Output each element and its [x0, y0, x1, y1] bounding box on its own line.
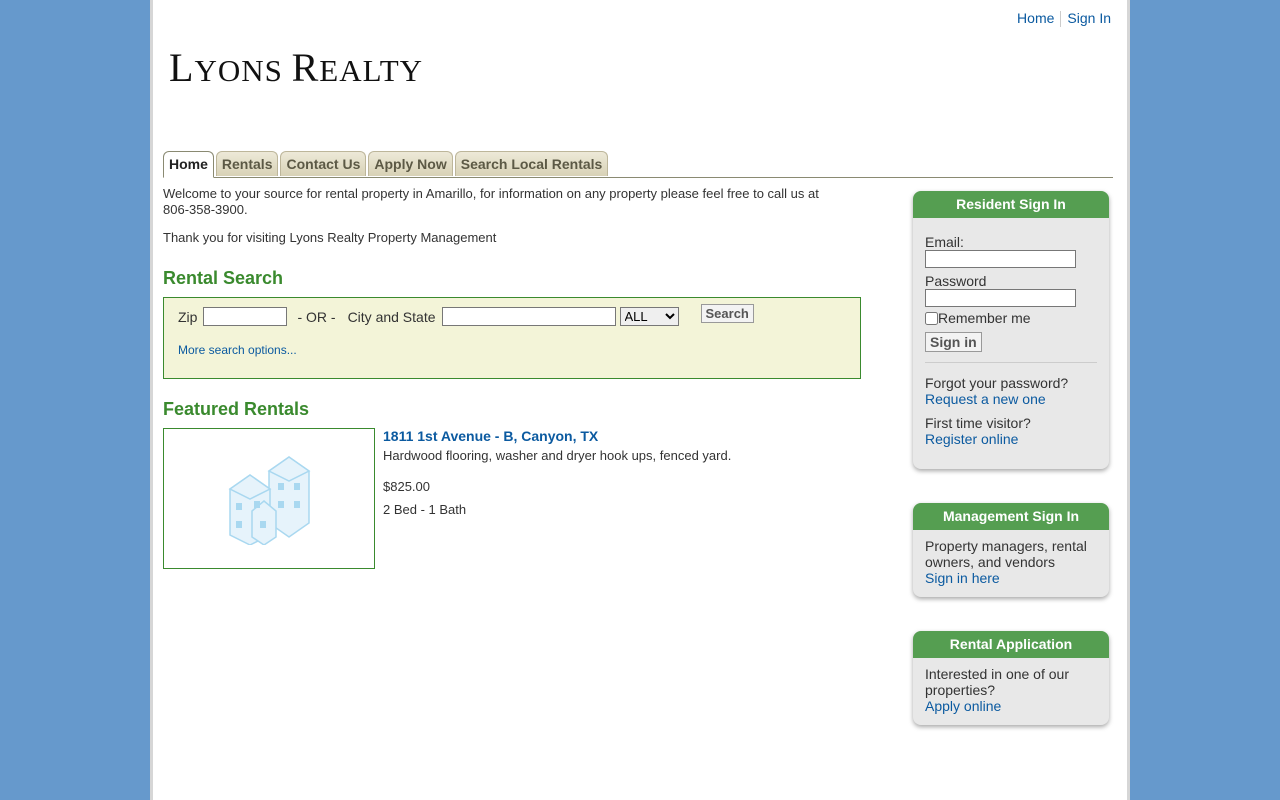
site-logo[interactable]: LYONS REALTY	[169, 44, 423, 91]
search-button[interactable]: Search	[700, 304, 754, 323]
city-state-label: City and State	[347, 308, 436, 325]
resident-signin-panel: Resident Sign In Email: Password Remembe…	[913, 191, 1109, 469]
password-field[interactable]	[925, 289, 1076, 307]
featured-rental-price: $825.00	[383, 479, 430, 494]
featured-rental-title-link[interactable]: 1811 1st Avenue - B, Canyon, TX	[383, 428, 598, 444]
city-state-input[interactable]	[441, 307, 616, 326]
tab-rentals[interactable]: Rentals	[215, 151, 279, 176]
first-time-visitor-text: First time visitor?	[925, 415, 1031, 431]
management-signin-panel: Management Sign In Property managers, re…	[913, 503, 1109, 597]
top-links: Home Sign In	[1017, 10, 1111, 28]
application-description: Interested in one of our properties?	[925, 666, 1069, 698]
featured-rental-description: Hardwood flooring, washer and dryer hook…	[383, 448, 732, 463]
house-placeholder-icon[interactable]	[163, 428, 375, 569]
featured-rental-item: 1811 1st Avenue - B, Canyon, TX Hardwood…	[163, 428, 863, 569]
zip-input[interactable]	[203, 307, 288, 326]
forgot-password-text: Forgot your password?	[925, 375, 1069, 391]
featured-rental-info: 1811 1st Avenue - B, Canyon, TX Hardwood…	[383, 428, 731, 569]
or-label: - OR -	[297, 308, 336, 325]
thanks-text: Thank you for visiting Lyons Realty Prop…	[163, 230, 497, 245]
resident-signin-title: Resident Sign In	[913, 191, 1109, 218]
remember-me-checkbox[interactable]	[925, 311, 938, 325]
sign-in-link[interactable]: Sign In	[1067, 10, 1111, 26]
register-online-link[interactable]: Register online	[925, 431, 1018, 447]
nav-tabs: Home Rentals Contact Us Apply Now Search…	[163, 151, 1113, 178]
link-separator	[1060, 11, 1062, 28]
tab-contact-us[interactable]: Contact Us	[280, 151, 367, 176]
email-label: Email:	[925, 234, 964, 250]
tab-apply-now[interactable]: Apply Now	[368, 151, 453, 176]
state-select[interactable]: ALL	[619, 307, 679, 326]
sign-in-button[interactable]: Sign in	[925, 332, 982, 352]
rental-search-heading: Rental Search	[163, 268, 284, 288]
main-content: Welcome to your source for rental proper…	[163, 186, 863, 569]
tab-home[interactable]: Home	[163, 151, 214, 178]
rental-application-panel: Rental Application Interested in one of …	[913, 631, 1109, 725]
management-signin-title: Management Sign In	[913, 503, 1109, 530]
email-field[interactable]	[925, 250, 1076, 268]
password-label: Password	[925, 273, 987, 289]
management-description: Property managers, rental owners, and ve…	[925, 538, 1087, 570]
zip-label: Zip	[178, 308, 198, 325]
divider	[925, 362, 1097, 363]
featured-rental-beds-baths: 2 Bed - 1 Bath	[383, 502, 467, 517]
tab-search-local-rentals[interactable]: Search Local Rentals	[454, 151, 609, 176]
more-search-options-link[interactable]: More search options...	[178, 343, 297, 357]
apply-online-link[interactable]: Apply online	[925, 698, 1001, 714]
page-container: Home Sign In LYONS REALTY Home Rentals Co…	[150, 0, 1130, 800]
rental-application-title: Rental Application	[913, 631, 1109, 658]
remember-me-label: Remember me	[938, 310, 1031, 326]
home-link[interactable]: Home	[1017, 10, 1054, 26]
request-new-password-link[interactable]: Request a new one	[925, 391, 1046, 407]
featured-rentals-heading: Featured Rentals	[163, 399, 310, 419]
rental-search-box: Zip - OR - City and State ALL Search Mor…	[163, 297, 861, 379]
management-signin-link[interactable]: Sign in here	[925, 570, 1000, 586]
welcome-text: Welcome to your source for rental proper…	[163, 186, 819, 217]
